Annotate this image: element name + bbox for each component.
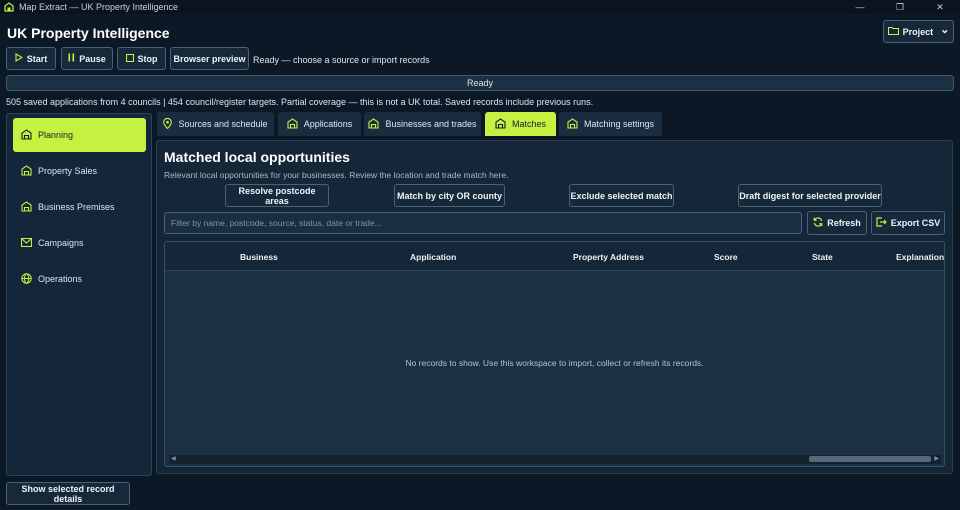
window-titlebar: Map Extract — UK Property Intelligence —… [0, 0, 960, 14]
window-controls: — ❐ ✕ [840, 0, 960, 14]
app-logo-icon [4, 2, 14, 12]
building-icon [567, 117, 578, 131]
globe-icon [21, 272, 32, 286]
building-icon [21, 200, 32, 214]
column-header-explanation[interactable]: Explanation [896, 252, 944, 262]
play-icon [15, 53, 23, 64]
building-icon [21, 164, 32, 178]
sidebar-item-label: Campaigns [38, 238, 84, 248]
chevron-down-icon: ⌄ [940, 23, 950, 36]
browser-preview-button[interactable]: Browser preview [170, 47, 249, 70]
sidebar-item-campaigns[interactable]: Campaigns [13, 226, 146, 260]
tab-businesses-and-trades[interactable]: Businesses and trades [364, 112, 481, 136]
project-button[interactable]: Project ⌄ [883, 20, 954, 43]
stop-button-label: Stop [137, 53, 158, 64]
export-csv-button[interactable]: Export CSV [871, 211, 945, 235]
status-text: Ready — choose a source or import record… [253, 55, 430, 65]
page-subtitle: Relevant local opportunities for your bu… [164, 170, 509, 180]
project-button-label: Project [902, 26, 934, 37]
refresh-button-label: Refresh [827, 218, 861, 228]
window-title: Map Extract — UK Property Intelligence [19, 2, 179, 12]
scroll-right-icon[interactable]: ▶ [934, 455, 939, 464]
map-pin-icon [163, 117, 173, 131]
sidebar: Planning Property Sales Business Premise… [6, 113, 152, 476]
pause-icon [68, 53, 75, 64]
match-by-city-county-button[interactable]: Match by city OR county [394, 184, 505, 207]
sidebar-item-label: Property Sales [38, 166, 98, 176]
column-header-application[interactable]: Application [410, 252, 456, 262]
tab-matching-settings[interactable]: Matching settings [559, 112, 662, 136]
column-header-business[interactable]: Business [240, 252, 278, 262]
tab-label: Matches [511, 119, 546, 129]
tab-label: Businesses and trades [385, 119, 477, 129]
tab-label: Applications [303, 119, 353, 129]
refresh-icon [813, 217, 823, 229]
stop-button[interactable]: Stop [117, 47, 166, 70]
matches-table: Business Application Property Address Sc… [164, 241, 945, 467]
maximize-button[interactable]: ❐ [880, 0, 920, 14]
coverage-summary: 505 saved applications from 4 councils |… [6, 97, 594, 107]
sidebar-item-property-sales[interactable]: Property Sales [13, 154, 146, 188]
app-title: UK Property Intelligence [7, 25, 170, 41]
progress-bar: Ready [6, 75, 954, 91]
sidebar-item-label: Operations [38, 274, 83, 284]
column-header-state[interactable]: State [812, 252, 833, 262]
folder-icon [887, 26, 899, 37]
sidebar-item-business-premises[interactable]: Business Premises [13, 190, 146, 224]
show-record-details-button[interactable]: Show selected record details [6, 482, 130, 505]
mail-icon [20, 237, 33, 249]
building-icon [368, 117, 380, 131]
page-title: Matched local opportunities [164, 149, 350, 165]
sidebar-item-label: Business Premises [38, 202, 115, 212]
resolve-postcode-areas-button[interactable]: Resolve postcode areas [225, 184, 329, 207]
building-icon [495, 117, 506, 131]
sidebar-item-operations[interactable]: Operations [13, 262, 146, 296]
table-header: Business Application Property Address Sc… [165, 242, 944, 271]
scroll-left-icon[interactable]: ◀ [171, 455, 176, 464]
sidebar-item-planning[interactable]: Planning [13, 118, 146, 152]
horizontal-scrollbar[interactable]: ◀ ▶ [169, 455, 941, 464]
pause-button[interactable]: Pause [61, 47, 113, 70]
export-button-label: Export CSV [890, 218, 941, 228]
tab-label: Matching settings [583, 119, 655, 129]
minimize-button[interactable]: — [840, 0, 880, 14]
empty-state-message: No records to show. Use this workspace t… [405, 358, 704, 368]
start-button[interactable]: Start [6, 47, 56, 70]
column-header-property-address[interactable]: Property Address [573, 252, 644, 262]
close-button[interactable]: ✕ [920, 0, 960, 14]
pause-button-label: Pause [79, 53, 106, 64]
draft-digest-button[interactable]: Draft digest for selected provider [738, 184, 882, 207]
tab-label: Sources and schedule [178, 119, 268, 129]
tab-applications[interactable]: Applications [278, 112, 361, 136]
tab-matches[interactable]: Matches [485, 112, 556, 136]
tab-sources-and-schedule[interactable]: Sources and schedule [157, 112, 274, 136]
exclude-selected-match-button[interactable]: Exclude selected match [569, 184, 674, 207]
refresh-button[interactable]: Refresh [807, 211, 867, 235]
building-icon [21, 128, 32, 142]
scrollbar-thumb[interactable] [809, 456, 931, 462]
filter-input[interactable] [164, 212, 802, 234]
stop-icon [125, 53, 134, 64]
export-icon [876, 217, 887, 229]
start-button-label: Start [26, 53, 48, 64]
column-header-score[interactable]: Score [714, 252, 738, 262]
building-icon [287, 117, 298, 131]
sidebar-item-label: Planning [38, 130, 74, 140]
